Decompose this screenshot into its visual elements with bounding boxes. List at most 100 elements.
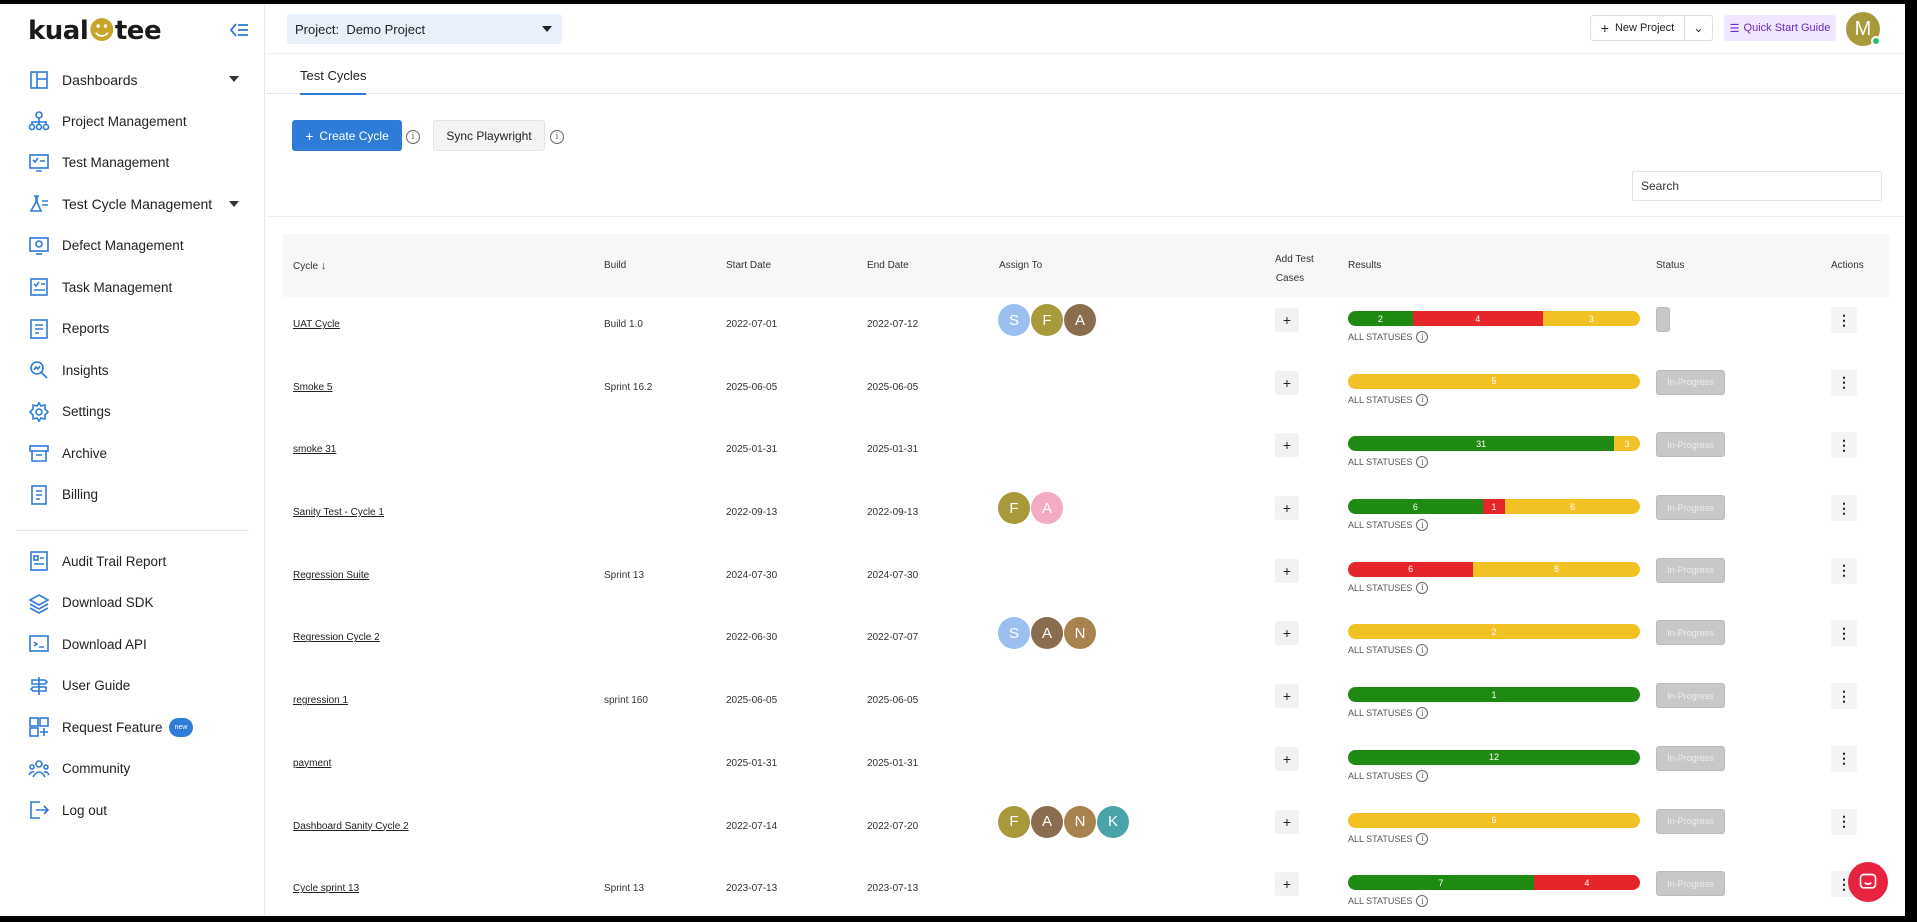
add-test-cases-button[interactable]: + xyxy=(1275,370,1299,395)
sidebar-item-log-out[interactable]: Log out xyxy=(0,790,265,832)
result-segment[interactable]: 6 xyxy=(1348,812,1640,828)
add-test-cases-button[interactable]: + xyxy=(1275,872,1299,897)
cycle-name-link[interactable]: Regression Cycle 2 xyxy=(293,632,380,643)
assignee-avatar[interactable]: N xyxy=(1064,805,1096,838)
cycle-name-link[interactable]: Cycle sprint 13 xyxy=(293,883,359,894)
assignee-avatar[interactable]: F xyxy=(998,492,1030,525)
info-icon[interactable]: i xyxy=(406,130,420,144)
chevron-down-icon[interactable] xyxy=(229,200,239,207)
sidebar-item-audit-trail-report[interactable]: Audit Trail Report xyxy=(0,541,265,583)
sidebar-item-request-feature[interactable]: Request Feature new xyxy=(0,707,265,749)
result-segment[interactable]: 2 xyxy=(1348,311,1413,326)
new-project-dropdown[interactable]: ⌄ xyxy=(1685,15,1713,41)
assignee-avatar[interactable]: K xyxy=(1097,805,1129,838)
cycle-name-link[interactable]: regression 1 xyxy=(293,695,348,706)
assignee-avatar[interactable]: A xyxy=(1031,805,1063,838)
info-icon[interactable]: i xyxy=(1416,707,1429,720)
status-badge[interactable] xyxy=(1656,307,1670,332)
assignee-avatar[interactable]: F xyxy=(1031,304,1063,336)
create-cycle-button[interactable]: + Create Cycle xyxy=(292,120,402,151)
result-segment[interactable]: 3 xyxy=(1614,436,1640,452)
search-input[interactable] xyxy=(1632,171,1882,201)
add-test-cases-button[interactable]: + xyxy=(1275,558,1299,583)
sidebar-item-test-management[interactable]: Test Management xyxy=(0,142,265,184)
sidebar-item-community[interactable]: Community xyxy=(0,748,265,790)
assignee-avatar[interactable]: A xyxy=(1031,492,1063,525)
add-test-cases-button[interactable]: + xyxy=(1275,433,1299,458)
sidebar-item-billing[interactable]: Billing xyxy=(0,474,265,516)
sidebar-item-archive[interactable]: Archive xyxy=(0,433,265,475)
add-test-cases-button[interactable]: + xyxy=(1275,746,1299,771)
more-actions-button[interactable]: ⋮ xyxy=(1831,307,1857,333)
assignee-avatar[interactable]: N xyxy=(1064,617,1096,650)
result-segment[interactable]: 4 xyxy=(1533,875,1640,891)
result-segment[interactable]: 6 xyxy=(1505,499,1640,515)
sidebar-item-user-guide[interactable]: User Guide xyxy=(0,665,265,707)
info-icon[interactable]: i xyxy=(1416,832,1429,845)
sidebar-item-project-management[interactable]: Project Management xyxy=(0,101,265,143)
status-badge[interactable]: In-Progress xyxy=(1656,683,1725,709)
cycle-name-link[interactable]: Smoke 5 xyxy=(293,382,332,393)
chevron-down-icon[interactable] xyxy=(229,76,239,82)
result-segment[interactable]: 5 xyxy=(1348,373,1640,389)
status-badge[interactable]: In-Progress xyxy=(1656,495,1725,521)
quick-start-guide-button[interactable]: ☰ Quick Start Guide xyxy=(1724,15,1836,41)
result-segment[interactable]: 8 xyxy=(1473,561,1640,577)
cycle-name-link[interactable]: payment xyxy=(293,758,331,769)
project-select[interactable]: Project: Demo Project xyxy=(287,14,562,44)
sidebar-item-reports[interactable]: Reports xyxy=(0,308,265,350)
info-icon[interactable]: i xyxy=(1416,393,1429,406)
assignee-avatar[interactable]: A xyxy=(1031,617,1063,650)
info-icon[interactable]: i xyxy=(550,130,564,144)
sidebar-item-download-sdk[interactable]: Download SDK xyxy=(0,582,265,624)
chat-launcher-button[interactable] xyxy=(1848,862,1888,902)
user-avatar[interactable]: M xyxy=(1846,12,1881,46)
header-cycle[interactable]: Cycle ↓ xyxy=(293,260,326,272)
assignee-avatar[interactable]: A xyxy=(1064,304,1096,336)
status-badge[interactable]: In-Progress xyxy=(1656,745,1725,771)
add-test-cases-button[interactable]: + xyxy=(1275,621,1299,646)
result-segment[interactable]: 6 xyxy=(1348,499,1483,515)
cycle-name-link[interactable]: Regression Suite xyxy=(293,570,369,581)
sidebar-item-insights[interactable]: Insights xyxy=(0,350,265,392)
assignee-avatar[interactable]: S xyxy=(998,617,1030,650)
assignee-avatar[interactable]: S xyxy=(998,304,1030,336)
sidebar-item-dashboards[interactable]: Dashboards xyxy=(0,59,265,101)
assignee-avatar[interactable]: F xyxy=(998,805,1030,838)
more-actions-button[interactable]: ⋮ xyxy=(1831,432,1857,459)
collapse-sidebar-icon[interactable] xyxy=(228,20,250,40)
more-actions-button[interactable]: ⋮ xyxy=(1831,369,1857,396)
add-test-cases-button[interactable]: + xyxy=(1275,496,1299,521)
result-segment[interactable]: 2 xyxy=(1348,624,1640,640)
new-project-button[interactable]: + New Project xyxy=(1590,15,1685,41)
result-segment[interactable]: 7 xyxy=(1348,875,1534,891)
sidebar-item-defect-management[interactable]: Defect Management xyxy=(0,225,265,267)
cycle-name-link[interactable]: UAT Cycle xyxy=(293,319,340,330)
result-segment[interactable]: 3 xyxy=(1542,311,1640,326)
add-test-cases-button[interactable]: + xyxy=(1275,308,1299,332)
result-segment[interactable]: 12 xyxy=(1348,749,1640,765)
result-segment[interactable]: 4 xyxy=(1412,311,1543,326)
sidebar-item-settings[interactable]: Settings xyxy=(0,391,265,433)
add-test-cases-button[interactable]: + xyxy=(1275,684,1299,709)
status-badge[interactable]: In-Progress xyxy=(1656,557,1725,583)
more-actions-button[interactable]: ⋮ xyxy=(1831,495,1857,522)
more-actions-button[interactable]: ⋮ xyxy=(1831,745,1857,772)
status-badge[interactable]: In-Progress xyxy=(1656,871,1725,897)
status-badge[interactable]: In-Progress xyxy=(1656,369,1725,395)
sidebar-item-task-management[interactable]: Task Management xyxy=(0,267,265,309)
cycle-name-link[interactable]: Dashboard Sanity Cycle 2 xyxy=(293,821,409,832)
info-icon[interactable]: i xyxy=(1416,895,1429,908)
info-icon[interactable]: i xyxy=(1416,519,1429,532)
sync-playwright-button[interactable]: Sync Playwright xyxy=(433,120,545,151)
more-actions-button[interactable]: ⋮ xyxy=(1831,557,1857,584)
info-icon[interactable]: i xyxy=(1416,769,1429,782)
more-actions-button[interactable]: ⋮ xyxy=(1831,620,1857,647)
more-actions-button[interactable]: ⋮ xyxy=(1831,808,1857,835)
info-icon[interactable]: i xyxy=(1416,644,1429,657)
info-icon[interactable]: i xyxy=(1416,331,1429,343)
info-icon[interactable]: i xyxy=(1416,456,1429,469)
result-segment[interactable]: 6 xyxy=(1348,561,1474,577)
tab-test-cycles[interactable]: Test Cycles xyxy=(300,68,367,95)
result-segment[interactable]: 1 xyxy=(1482,499,1506,515)
